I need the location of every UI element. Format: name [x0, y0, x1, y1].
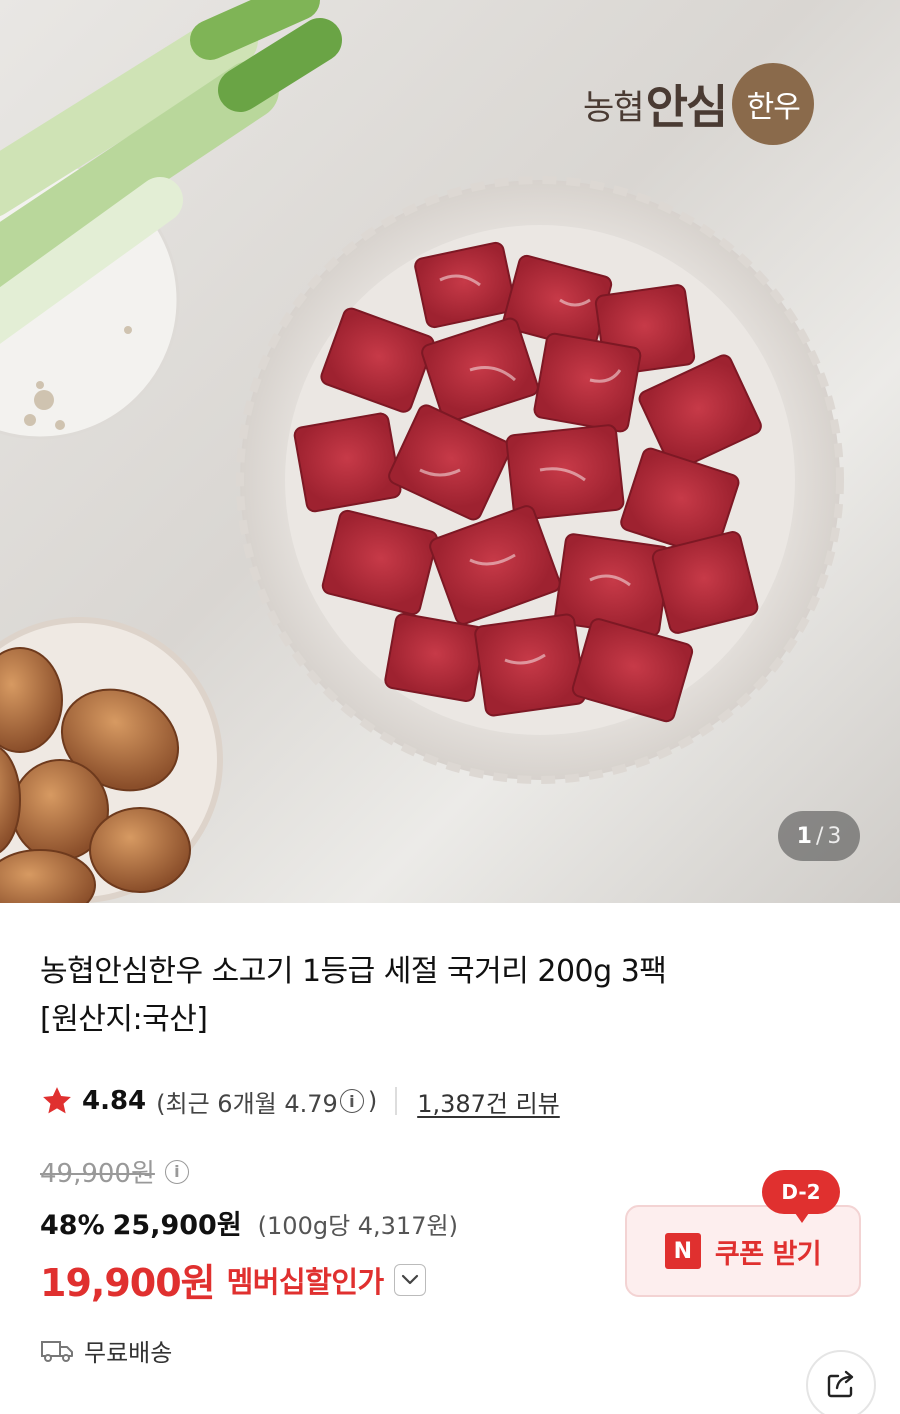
- member-price-label: 멤버십할인가: [226, 1264, 385, 1299]
- star-icon: [43, 1087, 71, 1114]
- brand-logo-main: 안심: [645, 80, 729, 134]
- pager-current: 1: [796, 823, 812, 849]
- image-pager: 1 / 3: [778, 811, 860, 861]
- pager-separator: /: [815, 823, 824, 849]
- brand-logo: 농협 안심 한우: [583, 63, 815, 145]
- shipping-label: 무료배송: [84, 1339, 173, 1367]
- info-icon[interactable]: i: [339, 1089, 364, 1113]
- member-price-row: 19,900원 멤버십할인가: [40, 1252, 426, 1307]
- rating-row: 4.84 (최근 6개월 4.79 i ) 1,387건 리뷰: [40, 1081, 560, 1121]
- original-price: 49,900원: [40, 1159, 155, 1189]
- shipping-row: 무료배송: [40, 1333, 172, 1368]
- naver-n-icon: N: [664, 1233, 701, 1269]
- discount-rate: 48%: [40, 1210, 105, 1241]
- product-title-line1: 농협안심한우 소고기 1등급 세절 국거리 200g 3팩: [40, 954, 667, 989]
- product-title-line2: [원산지:국산]: [40, 1002, 208, 1037]
- product-image[interactable]: 농협 안심 한우 1 / 3: [0, 0, 900, 903]
- member-price-toggle[interactable]: [393, 1263, 426, 1296]
- product-title: 농협안심한우 소고기 1등급 세절 국거리 200g 3팩 [원산지:국산]: [40, 948, 840, 1044]
- brand-logo-prefix: 농협: [583, 87, 645, 128]
- price-info-icon[interactable]: i: [164, 1159, 189, 1184]
- pager-total: 3: [827, 823, 842, 849]
- reviews-link[interactable]: 1,387건 리뷰: [417, 1084, 560, 1119]
- member-price: 19,900원: [40, 1261, 216, 1305]
- recent-rating-close: ): [367, 1087, 378, 1115]
- rating-score: 4.84: [82, 1086, 147, 1116]
- unit-price: (100g당 4,317원): [257, 1212, 458, 1240]
- divider: [395, 1087, 398, 1115]
- dday-badge: D-2: [762, 1170, 840, 1223]
- sale-price-row: 48% 25,900원 (100g당 4,317원): [40, 1203, 458, 1242]
- recent-rating: (최근 6개월 4.79 i ): [156, 1084, 377, 1119]
- truck-icon: [41, 1340, 73, 1362]
- recent-rating-text: (최근 6개월 4.79: [156, 1089, 338, 1118]
- coupon-button-label: 쿠폰 받기: [714, 1238, 822, 1270]
- sale-price: 25,900원: [112, 1210, 242, 1241]
- chevron-down-icon: [401, 1274, 418, 1284]
- share-button[interactable]: [806, 1350, 876, 1414]
- coupon-button[interactable]: N 쿠폰 받기: [625, 1205, 861, 1297]
- share-icon: [827, 1370, 854, 1398]
- original-price-row: 49,900원 i: [40, 1153, 193, 1190]
- brand-logo-badge: 한우: [732, 63, 815, 145]
